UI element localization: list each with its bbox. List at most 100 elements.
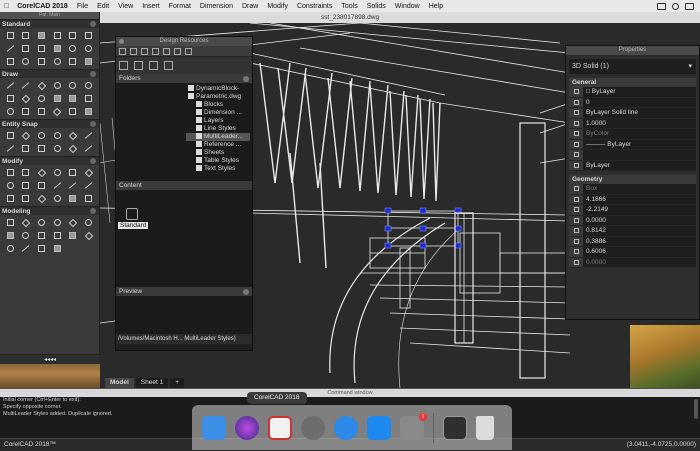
property-position-z[interactable]: 0.0000 xyxy=(569,215,696,226)
close-icon[interactable] xyxy=(119,39,124,44)
pattern-icon[interactable] xyxy=(66,167,81,178)
arc-icon[interactable] xyxy=(66,80,81,91)
menu-modify[interactable]: Modify xyxy=(267,3,288,10)
tree-view-icon[interactable] xyxy=(119,61,128,70)
cut-icon[interactable] xyxy=(3,43,18,54)
back-icon[interactable] xyxy=(119,47,126,55)
print-icon[interactable] xyxy=(50,30,65,41)
geometry-header[interactable]: Geometry xyxy=(569,175,696,184)
rotate-icon[interactable] xyxy=(3,180,18,191)
section-close-icon[interactable] xyxy=(90,21,96,27)
polygon-icon[interactable] xyxy=(19,93,34,104)
menu-window[interactable]: Window xyxy=(395,3,420,10)
menu-edit[interactable]: Edit xyxy=(97,3,109,10)
palette-section-draw[interactable]: Draw xyxy=(0,69,99,78)
home-icon[interactable] xyxy=(152,47,159,55)
zoom-icon[interactable] xyxy=(19,56,34,67)
property-solid-type[interactable]: Box xyxy=(569,184,696,195)
box-icon[interactable] xyxy=(3,217,18,228)
screen-icon[interactable] xyxy=(657,2,666,10)
snap-parallel-icon[interactable] xyxy=(81,143,96,154)
circle-icon[interactable] xyxy=(50,80,65,91)
menu-view[interactable]: View xyxy=(118,3,133,10)
edit-icon[interactable] xyxy=(81,193,96,204)
snap-nearest-icon[interactable] xyxy=(66,143,81,154)
menu-format[interactable]: Format xyxy=(169,3,191,10)
tree-item[interactable]: Layers xyxy=(196,117,224,125)
selection-dropdown[interactable]: 3D Solid (1) xyxy=(569,59,696,74)
menu-draw[interactable]: Draw xyxy=(242,3,258,10)
favorites-icon[interactable] xyxy=(174,47,181,55)
property-color[interactable]: □ ByLayer xyxy=(569,87,696,98)
property-linescale[interactable]: 1.0000 xyxy=(569,118,696,129)
up-icon[interactable] xyxy=(141,47,148,55)
content-item-standard[interactable]: Standard xyxy=(118,208,149,229)
property-plotstyle[interactable]: ByLayer xyxy=(569,160,696,171)
publish-icon[interactable] xyxy=(81,30,96,41)
tree-item[interactable]: Line Styles xyxy=(196,125,236,133)
menu-insert[interactable]: Insert xyxy=(142,3,160,10)
search-icon[interactable] xyxy=(672,2,679,10)
explode-icon[interactable] xyxy=(66,193,81,204)
add-sheet-button[interactable]: + xyxy=(170,378,184,388)
property-hyperlink[interactable] xyxy=(569,150,696,161)
snap-node-icon[interactable] xyxy=(50,130,65,141)
text-icon[interactable] xyxy=(34,106,49,117)
insert-block-icon[interactable] xyxy=(66,106,81,117)
preview-icon[interactable] xyxy=(66,30,81,41)
folders-close-icon[interactable] xyxy=(243,75,249,82)
interfere-icon[interactable] xyxy=(50,243,65,254)
paste-icon[interactable] xyxy=(34,43,49,54)
snap-quadrant-icon[interactable] xyxy=(66,130,81,141)
line-icon[interactable] xyxy=(3,80,18,91)
corelcad-icon[interactable] xyxy=(268,415,292,440)
menu-tools[interactable]: Tools xyxy=(341,3,357,10)
command-window-title[interactable]: Command window xyxy=(0,389,700,397)
preview-close-icon[interactable] xyxy=(243,288,249,295)
region-icon[interactable] xyxy=(81,93,96,104)
general-header[interactable]: General xyxy=(569,78,696,87)
block-icon[interactable] xyxy=(50,106,65,117)
tree-item[interactable]: Dimension ... xyxy=(196,109,242,117)
tree-item[interactable]: Sheets xyxy=(196,149,224,157)
gradient-icon[interactable] xyxy=(81,106,96,117)
property-linestyle[interactable]: ByLayer Solid line xyxy=(569,108,696,119)
property-transparency[interactable]: ByColor xyxy=(569,129,696,140)
spline-icon[interactable] xyxy=(34,93,49,104)
property-position-x[interactable]: 4.1866 xyxy=(569,194,696,205)
property-lineweight[interactable]: ——— ByLayer xyxy=(569,139,696,150)
mirror-icon[interactable] xyxy=(34,167,49,178)
tab-sheet-1[interactable]: Sheet 1 xyxy=(135,378,169,388)
wedge-icon[interactable] xyxy=(66,217,81,228)
copy-icon[interactable] xyxy=(19,43,34,54)
forward-icon[interactable] xyxy=(130,47,137,55)
loft-icon[interactable] xyxy=(50,230,65,241)
rectangle-icon[interactable] xyxy=(3,93,18,104)
donut-icon[interactable] xyxy=(3,106,18,117)
snap-perpendicular-icon[interactable] xyxy=(34,143,49,154)
activity-monitor-icon[interactable] xyxy=(443,415,467,440)
extrude-icon[interactable] xyxy=(3,230,18,241)
offset-icon[interactable] xyxy=(50,167,65,178)
torus-icon[interactable] xyxy=(81,217,96,228)
section-close-icon[interactable] xyxy=(90,71,96,77)
trim-icon[interactable] xyxy=(66,180,81,191)
cone-icon[interactable] xyxy=(19,217,34,228)
design-resources-titlebar[interactable]: Design Resources xyxy=(116,37,252,46)
move-icon[interactable] xyxy=(81,167,96,178)
polyline-icon[interactable] xyxy=(34,80,49,91)
tree-item[interactable]: Reference ... xyxy=(196,141,241,149)
property-width[interactable]: 0.3886 xyxy=(569,236,696,247)
tree-item[interactable]: Parametric.dwg xyxy=(188,93,241,101)
redo-icon[interactable] xyxy=(81,43,96,54)
app-menu[interactable]: CorelCAD 2018 xyxy=(17,3,68,10)
launchpad-icon[interactable] xyxy=(301,415,325,440)
zoom-window-icon[interactable] xyxy=(34,56,49,67)
table-icon[interactable] xyxy=(19,106,34,117)
section-close-icon[interactable] xyxy=(90,158,96,164)
snap-center-icon[interactable] xyxy=(34,130,49,141)
property-height[interactable]: 0.6006 xyxy=(569,247,696,258)
slice-icon[interactable] xyxy=(19,243,34,254)
property-layer[interactable]: 0 xyxy=(569,97,696,108)
design-resources-icon[interactable] xyxy=(81,56,96,67)
